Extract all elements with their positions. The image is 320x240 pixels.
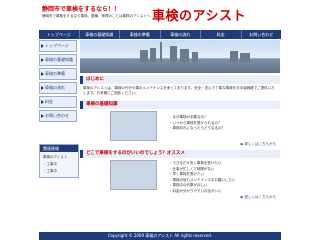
intro-heading: はじめに [80,76,280,84]
recommend-list: ・できるだけ安く車検を受けたい ・仕事が忙しくて時間がない ・早く車検を受けたい… [157,160,235,194]
sidebar-item-price[interactable]: 料金 [39,96,77,108]
related-line[interactable]: 車検のアシスト [43,154,75,161]
more-label: 詳しくはこちらから [244,142,277,146]
nav-basics[interactable]: 車検の基礎知識 [80,30,120,39]
sidebar-item-top[interactable]: トップページ [39,40,77,52]
page: 静岡市で車検をするなら！！ 静岡市で車検をするなら車検、整備、修理のことは車検の… [39,0,281,240]
main-content: はじめに 車検のアシストは、車検の代行や車のメンテナンスを承っております。安全・… [80,40,280,200]
basics-more-link[interactable]: ▶詳しくはこちらから [80,142,280,147]
arrow-icon: ▶ [240,195,244,199]
related-line[interactable]: ・工事中 [43,161,75,168]
header: 静岡市で車検をするなら！！ 静岡市で車検をするなら車検、整備、修理のことは車検の… [39,0,281,32]
shop-image [110,160,157,190]
nav-prep[interactable]: 車検の準備 [120,30,161,39]
site-title[interactable]: 車検のアシスト [152,5,246,24]
more-label: 詳しくはこちらから [244,195,277,199]
sidebar: トップページ 車検の基礎知識 車検の準備 車検の流れ 料金 お問い合わせ 関連情… [39,40,79,178]
footer-copyright: Copyright © 2009 車検のアシスト All rights rese… [39,232,281,240]
basics-row: ・なぜ車検が必要なの？ ・いつから車検を受けられるの？ ・車検切れになったらどう… [80,111,280,141]
tagline: 静岡市で車検をするなら！！ [42,6,121,13]
nav-contact[interactable]: お問い合わせ [242,30,282,39]
sidebar-item-prep[interactable]: 車検の準備 [39,68,77,80]
related-box: 関連情報 車検のアシスト ・工事中 ・工事中 [39,144,79,178]
recommend-row: ・できるだけ安く車検を受けたい ・仕事が忙しくて時間がない ・早く車検を受けたい… [80,160,280,194]
building-image [110,111,157,141]
basics-list: ・なぜ車検が必要なの？ ・いつから車検を受けられるの？ ・車検切れになったらどう… [157,111,225,141]
sub-tagline: 静岡市で車検をするなら車検、整備、修理のことは車検のアシストへ [42,14,151,18]
related-line[interactable]: ・工事中 [43,168,75,175]
recommend-heading: どこで車検をするのがいいのでしょう？オススメ [80,150,280,158]
related-box-body: 車検のアシスト ・工事中 ・工事中 [40,152,78,177]
arrow-icon: ▶ [240,142,244,146]
city-skyline-image [80,40,280,73]
list-item: ・料金が分かりやすいお店がいい [169,188,222,193]
nav-flow[interactable]: 車検の流れ [161,30,201,39]
basics-heading: 車検の基礎知識 [80,101,280,109]
nav-top[interactable]: トップページ [39,30,80,39]
sidebar-item-contact[interactable]: お問い合わせ [39,110,77,122]
intro-text: 車検のアシストは、車検の代行や車のメンテナンスを承っております。安全・安心で丁寧… [83,86,275,95]
main-nav: トップページ 車検の基礎知識 車検の準備 車検の流れ 料金 お問い合わせ [39,30,281,39]
recommend-more-link[interactable]: ▶詳しくはこちらから [80,195,280,200]
nav-price[interactable]: 料金 [201,30,242,39]
related-box-title: 関連情報 [40,145,78,152]
list-item: ・車検切れになったらどうなるの？ [169,126,225,130]
sidebar-item-basics[interactable]: 車検の基礎知識 [39,54,77,66]
sidebar-item-flow[interactable]: 車検の流れ [39,82,77,94]
